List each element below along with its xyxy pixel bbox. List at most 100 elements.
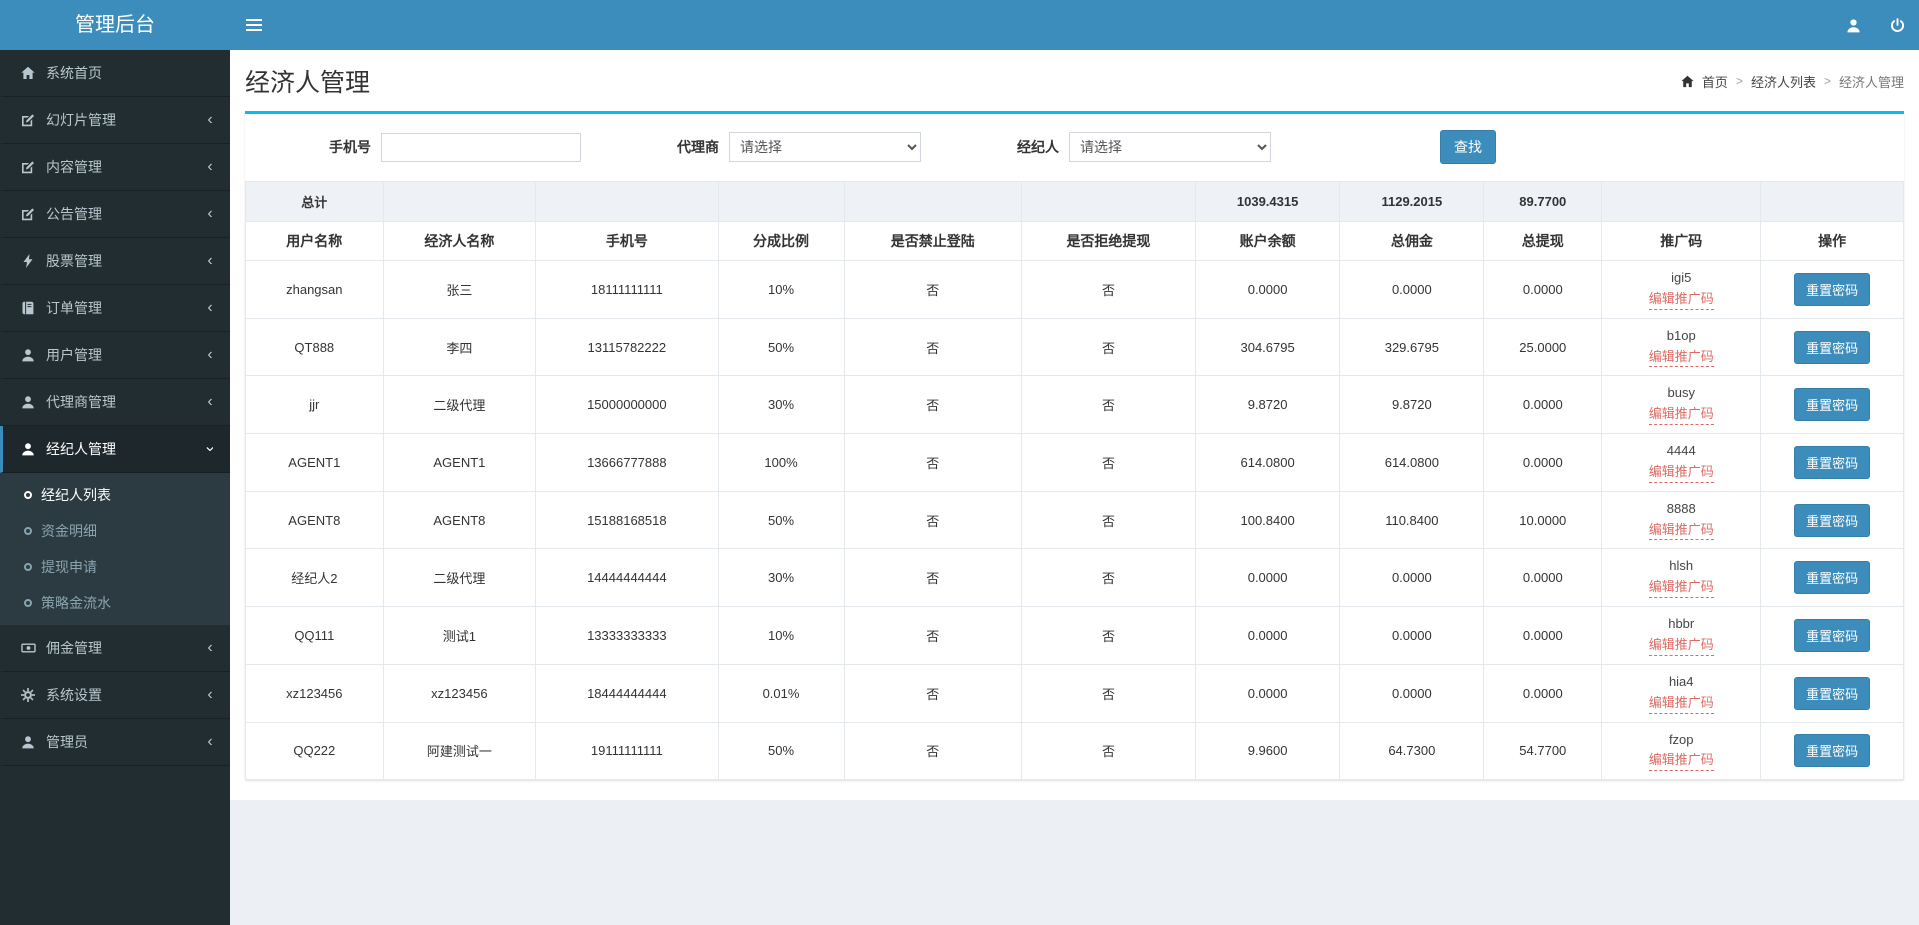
cell-login-forbidden: 否 <box>843 433 1022 492</box>
agent-filter-label: 代理商 <box>677 139 719 155</box>
cell-total-commission: 0.0000 <box>1339 548 1485 608</box>
reset-password-button[interactable]: 重置密码 <box>1794 618 1871 652</box>
sidebar-item-home[interactable]: 系统首页 <box>0 50 230 97</box>
promo-code: 4444 <box>1666 443 1696 459</box>
totals-cell <box>843 181 1022 222</box>
totals-row: 总计 1039.4315 1129.2015 89.7700 <box>245 181 1904 222</box>
reset-password-button[interactable]: 重置密码 <box>1794 503 1871 537</box>
column-header: 账户余额 <box>1194 221 1341 261</box>
table-row: zhangsan 张三 18111111111 10% 否 否 0.0000 0… <box>245 260 1904 319</box>
user-menu-button[interactable] <box>1831 0 1875 50</box>
cell-ratio: 50% <box>717 721 845 781</box>
content-area: 经济人管理 首页 > 经济人列表 > 经济人管理 手机号 代理商 请选择 经纪人… <box>230 50 1919 801</box>
edit-promo-link[interactable]: 编辑推广码 <box>1648 348 1714 368</box>
cell-total-withdraw: 10.0000 <box>1483 490 1603 550</box>
sidebar-item-admins[interactable]: 管理员 ‹ <box>0 719 230 766</box>
circle-o-icon <box>24 491 32 499</box>
breadcrumb-list-link[interactable]: 经济人列表 <box>1751 72 1816 91</box>
sidebar-item-label: 管理员 <box>46 734 88 750</box>
sidebar-item-label: 股票管理 <box>46 253 102 269</box>
reset-password-button[interactable]: 重置密码 <box>1794 676 1871 710</box>
cell-promo: igi5 编辑推广码 <box>1601 260 1762 319</box>
cell-actions: 重置密码 <box>1760 548 1904 608</box>
breadcrumb-current: 经济人管理 <box>1838 74 1904 90</box>
sidebar-subitem-strategy-flow[interactable]: 策略金流水 <box>0 585 230 621</box>
promo-code: igi5 <box>1671 270 1692 285</box>
edit-promo-link[interactable]: 编辑推广码 <box>1648 636 1714 656</box>
cell-broker-name: 二级代理 <box>382 375 537 435</box>
sidebar-item-settings[interactable]: 系统设置 ‹ <box>0 672 230 719</box>
cell-username: QT888 <box>245 317 384 377</box>
cell-balance: 614.0800 <box>1194 433 1341 492</box>
cell-withdraw-refused: 否 <box>1020 433 1196 492</box>
reset-password-button[interactable]: 重置密码 <box>1794 272 1871 306</box>
sidebar-item-agents[interactable]: 代理商管理 ‹ <box>0 379 230 426</box>
breadcrumb-home-link[interactable]: 首页 <box>1702 72 1728 91</box>
chevron-down-icon: ‹ <box>201 446 218 452</box>
sidebar-item-brokers[interactable]: 经纪人管理 ‹ <box>0 426 230 473</box>
sidebar-toggle-button[interactable] <box>230 0 278 50</box>
sidebar-subitem-fund-details[interactable]: 资金明细 <box>0 513 230 549</box>
phone-filter-input[interactable] <box>381 132 581 162</box>
promo-code: hia4 <box>1668 673 1694 689</box>
broker-filter-label: 经纪人 <box>1017 139 1059 155</box>
agent-filter-select[interactable]: 请选择 <box>729 132 921 162</box>
sidebar-item-users[interactable]: 用户管理 ‹ <box>0 332 230 379</box>
sidebar-item-announcements[interactable]: 公告管理 ‹ <box>0 191 230 238</box>
chevron-left-icon: ‹ <box>207 393 213 410</box>
reset-password-button[interactable]: 重置密码 <box>1794 561 1871 595</box>
totals-label: 总计 <box>245 181 384 222</box>
agent-filter-group: 代理商 请选择 <box>677 132 921 162</box>
cell-ratio: 0.01% <box>717 663 845 723</box>
sidebar-subitem-label: 提现申请 <box>41 559 97 575</box>
cell-login-forbidden: 否 <box>843 260 1022 319</box>
cell-username: zhangsan <box>245 260 384 319</box>
reset-password-button[interactable]: 重置密码 <box>1794 388 1871 422</box>
cell-login-forbidden: 否 <box>843 663 1022 723</box>
reset-password-button[interactable]: 重置密码 <box>1794 445 1871 479</box>
cell-total-withdraw: 0.0000 <box>1483 433 1603 492</box>
sidebar-item-commissions[interactable]: 佣金管理 ‹ <box>0 625 230 672</box>
cell-total-withdraw: 0.0000 <box>1483 548 1603 608</box>
cell-ratio: 50% <box>717 317 845 377</box>
circle-o-icon <box>24 563 32 571</box>
sidebar-item-orders[interactable]: 订单管理 ‹ <box>0 285 230 332</box>
edit-promo-link[interactable]: 编辑推广码 <box>1648 463 1714 483</box>
sidebar-subitem-broker-list[interactable]: 经纪人列表 <box>0 477 230 513</box>
broker-filter-select[interactable]: 请选择 <box>1069 132 1271 162</box>
cell-actions: 重置密码 <box>1760 260 1904 319</box>
sidebar-item-content[interactable]: 内容管理 ‹ <box>0 144 230 191</box>
cell-balance: 0.0000 <box>1194 548 1341 608</box>
edit-promo-link[interactable]: 编辑推广码 <box>1648 521 1714 541</box>
cell-phone: 15188168518 <box>535 490 719 550</box>
edit-promo-link[interactable]: 编辑推广码 <box>1648 694 1714 714</box>
logout-button[interactable] <box>1875 0 1919 50</box>
cell-login-forbidden: 否 <box>843 548 1022 608</box>
table-header-row: 用户名称 经济人名称 手机号 分成比例 是否禁止登陆 是否拒绝提现 账户余额 总… <box>245 221 1904 261</box>
edit-promo-link[interactable]: 编辑推广码 <box>1648 751 1714 772</box>
broker-filter-group: 经纪人 请选择 <box>1017 132 1271 162</box>
reset-password-button[interactable]: 重置密码 <box>1794 330 1871 364</box>
money-icon <box>18 641 38 655</box>
cell-phone: 14444444444 <box>535 548 719 608</box>
edit-promo-link[interactable]: 编辑推广码 <box>1648 578 1714 599</box>
app-logo[interactable]: 管理后台 <box>0 0 230 50</box>
sidebar-item-slides[interactable]: 幻灯片管理 ‹ <box>0 97 230 144</box>
cell-withdraw-refused: 否 <box>1020 721 1196 781</box>
sidebar-item-label: 订单管理 <box>46 300 102 316</box>
chevron-left-icon: ‹ <box>207 158 213 175</box>
chevron-left-icon: ‹ <box>207 111 213 128</box>
reset-password-button[interactable]: 重置密码 <box>1794 734 1871 768</box>
edit-promo-link[interactable]: 编辑推广码 <box>1648 290 1714 310</box>
sidebar-subitem-withdraw-requests[interactable]: 提现申请 <box>0 549 230 585</box>
edit-promo-link[interactable]: 编辑推广码 <box>1648 405 1714 426</box>
cell-phone: 18111111111 <box>535 260 719 319</box>
column-header: 总提现 <box>1483 221 1603 261</box>
sidebar-item-stocks[interactable]: 股票管理 ‹ <box>0 238 230 285</box>
gear-icon <box>18 688 38 702</box>
cell-total-withdraw: 25.0000 <box>1483 317 1603 377</box>
cell-broker-name: 测试1 <box>382 606 537 665</box>
edit-icon <box>18 113 38 127</box>
search-button[interactable]: 查找 <box>1440 130 1496 164</box>
column-header: 用户名称 <box>245 221 384 261</box>
